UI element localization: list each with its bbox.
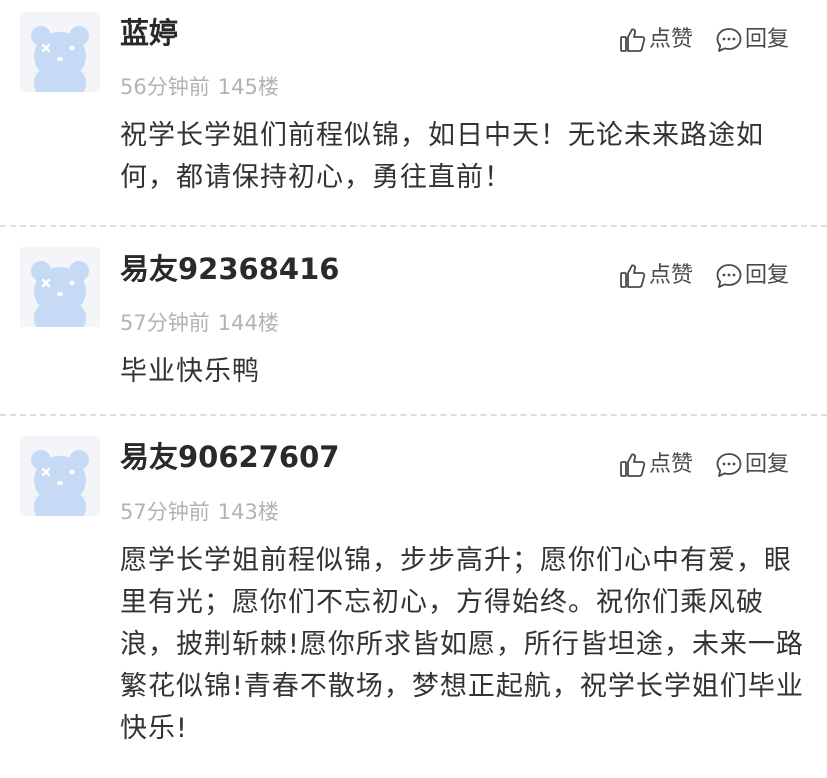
reply-button[interactable]: 回复: [715, 450, 789, 480]
comment-item: 易友90627607 点赞 回复 57分钟前 143楼 愿学长学姐前程似锦，步步…: [0, 414, 827, 776]
speech-bubble-icon: [715, 451, 743, 479]
comment-text: 愿学长学姐前程似锦，步步高升；愿你们心中有爱，眼里有光；愿你们不忘初心，方得始终…: [120, 545, 804, 744]
avatar[interactable]: [20, 12, 100, 92]
like-label: 点赞: [648, 27, 693, 52]
reply-label: 回复: [744, 452, 789, 477]
username[interactable]: 易友92368416: [120, 251, 339, 287]
bear-avatar-icon: [31, 26, 89, 92]
comment-actions: 点赞 回复: [619, 450, 789, 480]
comment-floor: 145楼: [217, 75, 279, 99]
reply-button[interactable]: 回复: [715, 261, 789, 291]
comment-list: 蓝婷 点赞 回复 56分钟前 145楼 祝学长学姐们前程似锦，如日中天！无论未来…: [0, 0, 827, 776]
comment-text: 毕业快乐鸭: [120, 356, 260, 387]
comment-floor: 143楼: [217, 500, 279, 524]
comment-actions: 点赞 回复: [619, 261, 789, 291]
avatar[interactable]: [20, 247, 100, 327]
username[interactable]: 蓝婷: [120, 15, 178, 51]
reply-label: 回复: [744, 263, 789, 288]
bear-avatar-icon: [31, 261, 89, 327]
speech-bubble-icon: [715, 26, 743, 54]
bear-avatar-icon: [31, 450, 89, 516]
comment-time: 57分钟前: [120, 311, 210, 335]
comment-time: 56分钟前: [120, 75, 210, 99]
like-label: 点赞: [648, 263, 693, 288]
thumbs-up-icon: [619, 262, 647, 290]
like-button[interactable]: 点赞: [619, 261, 693, 291]
thumbs-up-icon: [619, 451, 647, 479]
comment-item: 易友92368416 点赞 回复 57分钟前 144楼 毕业快乐鸭: [0, 225, 827, 414]
like-button[interactable]: 点赞: [619, 450, 693, 480]
comment-time: 57分钟前: [120, 500, 210, 524]
comment-meta: 56分钟前 145楼: [120, 73, 279, 101]
comment-actions: 点赞 回复: [619, 25, 789, 55]
username[interactable]: 易友90627607: [120, 439, 339, 475]
avatar[interactable]: [20, 436, 100, 516]
comment-floor: 144楼: [217, 311, 279, 335]
like-label: 点赞: [648, 452, 693, 477]
speech-bubble-icon: [715, 262, 743, 290]
thumbs-up-icon: [619, 26, 647, 54]
reply-label: 回复: [744, 27, 789, 52]
comment-meta: 57分钟前 144楼: [120, 309, 279, 337]
reply-button[interactable]: 回复: [715, 25, 789, 55]
comment-text: 祝学长学姐们前程似锦，如日中天！无论未来路途如何，都请保持初心，勇往直前！: [120, 120, 764, 193]
like-button[interactable]: 点赞: [619, 25, 693, 55]
comment-item: 蓝婷 点赞 回复 56分钟前 145楼 祝学长学姐们前程似锦，如日中天！无论未来…: [0, 0, 827, 225]
comment-meta: 57分钟前 143楼: [120, 498, 279, 526]
